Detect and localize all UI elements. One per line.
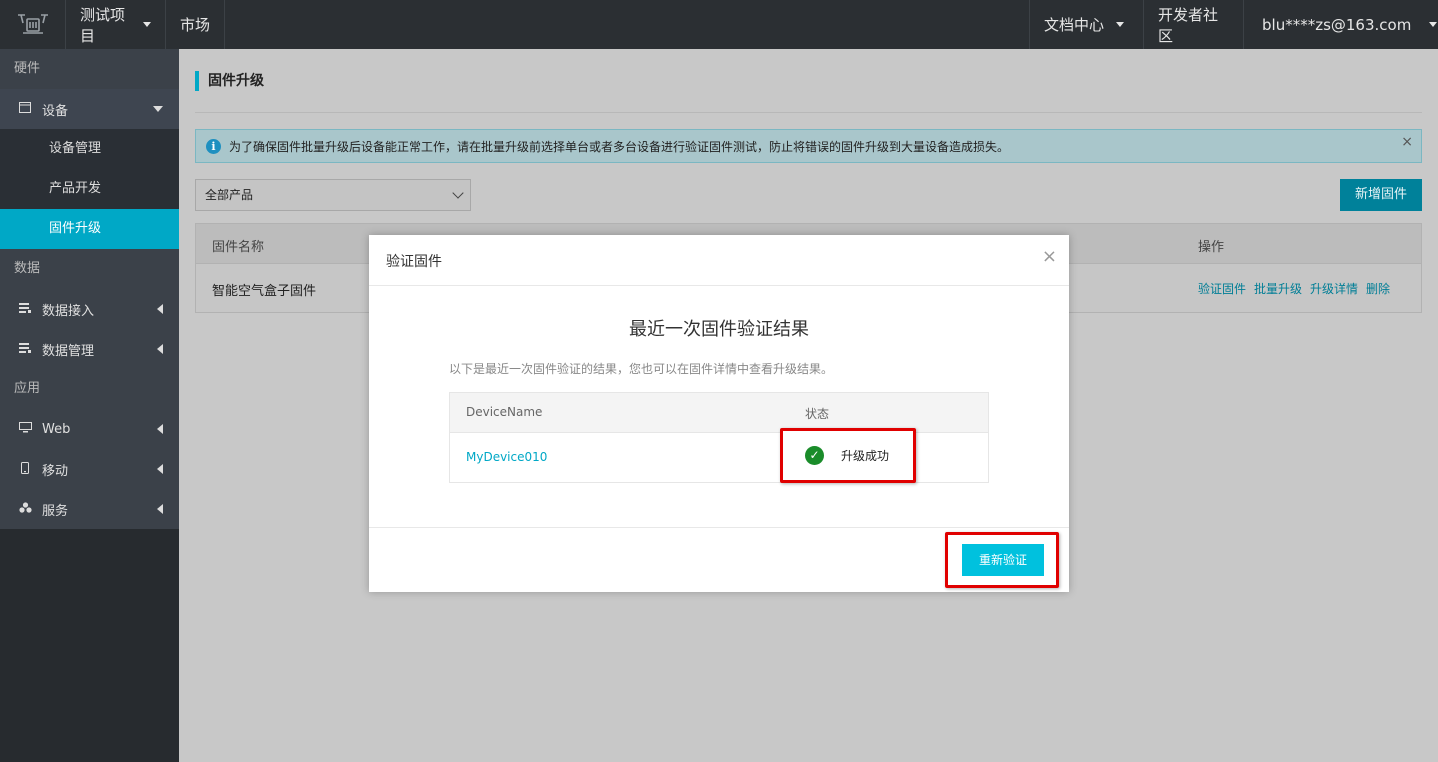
- result-description: 以下是最近一次固件验证的结果，您也可以在固件详情中查看升级结果。: [449, 362, 834, 376]
- market-label: 市场: [180, 16, 211, 34]
- sidebar-item-service[interactable]: 服务: [0, 489, 179, 529]
- batch-upgrade-link[interactable]: 批量升级: [1254, 280, 1302, 297]
- window-icon: [18, 102, 32, 116]
- cubes-icon: [18, 502, 32, 516]
- chevron-down-icon: [1116, 22, 1125, 27]
- notice-text: 为了确保固件批量升级后设备能正常工作，请在批量升级前选择单台或者多台设备进行验证…: [229, 139, 1010, 154]
- verify-firmware-link[interactable]: 验证固件: [1198, 280, 1246, 297]
- close-icon[interactable]: ×: [1401, 134, 1413, 150]
- reverify-highlight: 重新验证: [945, 532, 1059, 588]
- column-header-name: 固件名称: [212, 240, 265, 255]
- divider: [195, 112, 1422, 113]
- sidebar-section-hardware: 硬件: [0, 49, 179, 89]
- sidebar-section-data: 数据: [0, 249, 179, 289]
- chevron-left-icon: [157, 304, 163, 314]
- table-header: DeviceName 状态: [450, 393, 988, 433]
- info-notice: i 为了确保固件批量升级后设备能正常工作，请在批量升级前选择单台或者多台设备进行…: [195, 129, 1422, 163]
- chevron-left-icon: [157, 464, 163, 474]
- docs-label: 文档中心: [1044, 16, 1105, 34]
- column-header-device: DeviceName: [466, 405, 543, 419]
- chevron-down-icon: [153, 106, 163, 112]
- chevron-left-icon: [157, 504, 163, 514]
- account-dropdown[interactable]: blu****zs@163.com: [1243, 0, 1438, 49]
- upgrade-details-link[interactable]: 升级详情: [1310, 280, 1358, 297]
- monitor-icon: [18, 422, 32, 436]
- chevron-left-icon: [157, 424, 163, 434]
- result-heading: 最近一次固件验证结果: [629, 319, 809, 340]
- sidebar-item-mobile[interactable]: 移动: [0, 449, 179, 489]
- market-link[interactable]: 市场: [166, 0, 226, 49]
- sidebar-item-device[interactable]: 设备: [0, 89, 179, 129]
- verify-firmware-dialog: 验证固件 × 最近一次固件验证结果 以下是最近一次固件验证的结果，您也可以在固件…: [369, 235, 1069, 592]
- reverify-button[interactable]: 重新验证: [962, 544, 1044, 576]
- logo[interactable]: [0, 0, 66, 49]
- product-filter-select[interactable]: 全部产品: [195, 179, 471, 211]
- firmware-name: 智能空气盒子固件: [212, 284, 317, 299]
- result-table: DeviceName 状态 MyDevice010 ✓ 升级成功: [449, 392, 989, 483]
- list-icon: [18, 302, 32, 316]
- docs-dropdown[interactable]: 文档中心: [1029, 0, 1143, 49]
- status-text: 升级成功: [841, 449, 890, 463]
- sidebar-section-app: 应用: [0, 369, 179, 409]
- chevron-left-icon: [157, 344, 163, 354]
- product-filter-value: 全部产品: [205, 188, 254, 202]
- sidebar-item-data-access[interactable]: 数据接入: [0, 289, 179, 329]
- account-label: blu****zs@163.com: [1262, 15, 1412, 34]
- table-row: MyDevice010 ✓ 升级成功: [450, 428, 988, 483]
- iot-logo-icon: [17, 13, 48, 34]
- dialog-title: 验证固件: [386, 254, 442, 270]
- community-label: 开发者社区: [1158, 5, 1219, 45]
- chevron-down-icon: [452, 187, 464, 199]
- status-highlight: ✓ 升级成功: [780, 428, 916, 483]
- project-dropdown[interactable]: 测试项目: [66, 0, 166, 49]
- phone-icon: [18, 461, 32, 477]
- sidebar-item-label: 设备: [42, 103, 69, 119]
- info-icon: i: [206, 138, 221, 154]
- sidebar-item-label: 数据接入: [42, 303, 95, 319]
- sidebar-item-label: Web: [42, 421, 71, 437]
- sidebar-item-label: 移动: [42, 463, 69, 479]
- sidebar: 硬件 设备 设备管理 产品开发 固件升级 数据 数据接入 数据管理 应用 Web: [0, 49, 179, 762]
- delete-link[interactable]: 删除: [1366, 280, 1390, 297]
- dialog-header: 验证固件 ×: [369, 235, 1069, 286]
- row-actions: 验证固件 批量升级 升级详情 删除: [1198, 280, 1390, 297]
- column-header-status: 状态: [805, 407, 830, 421]
- chevron-down-icon: [143, 22, 151, 27]
- sidebar-item-product-dev[interactable]: 产品开发: [0, 169, 179, 209]
- community-link[interactable]: 开发者社区: [1143, 0, 1243, 49]
- add-firmware-button[interactable]: 新增固件: [1340, 179, 1422, 211]
- list-icon: [18, 342, 32, 356]
- chevron-down-icon: [1429, 22, 1438, 27]
- device-name-link[interactable]: MyDevice010: [466, 450, 547, 464]
- project-label: 测试项目: [80, 5, 126, 45]
- sidebar-item-label: 服务: [42, 503, 69, 519]
- column-header-ops: 操作: [1198, 240, 1225, 255]
- top-navbar: 测试项目 市场 文档中心 开发者社区 blu****zs@163.com: [0, 0, 1438, 49]
- page-title: 固件升级: [195, 71, 264, 91]
- check-circle-icon: ✓: [805, 446, 824, 465]
- sidebar-item-device-manage[interactable]: 设备管理: [0, 129, 179, 169]
- sidebar-item-web[interactable]: Web: [0, 409, 179, 449]
- sidebar-item-firmware-upgrade[interactable]: 固件升级: [0, 209, 179, 249]
- sidebar-item-label: 数据管理: [42, 343, 95, 359]
- close-icon[interactable]: ×: [1042, 247, 1057, 267]
- sidebar-item-data-manage[interactable]: 数据管理: [0, 329, 179, 369]
